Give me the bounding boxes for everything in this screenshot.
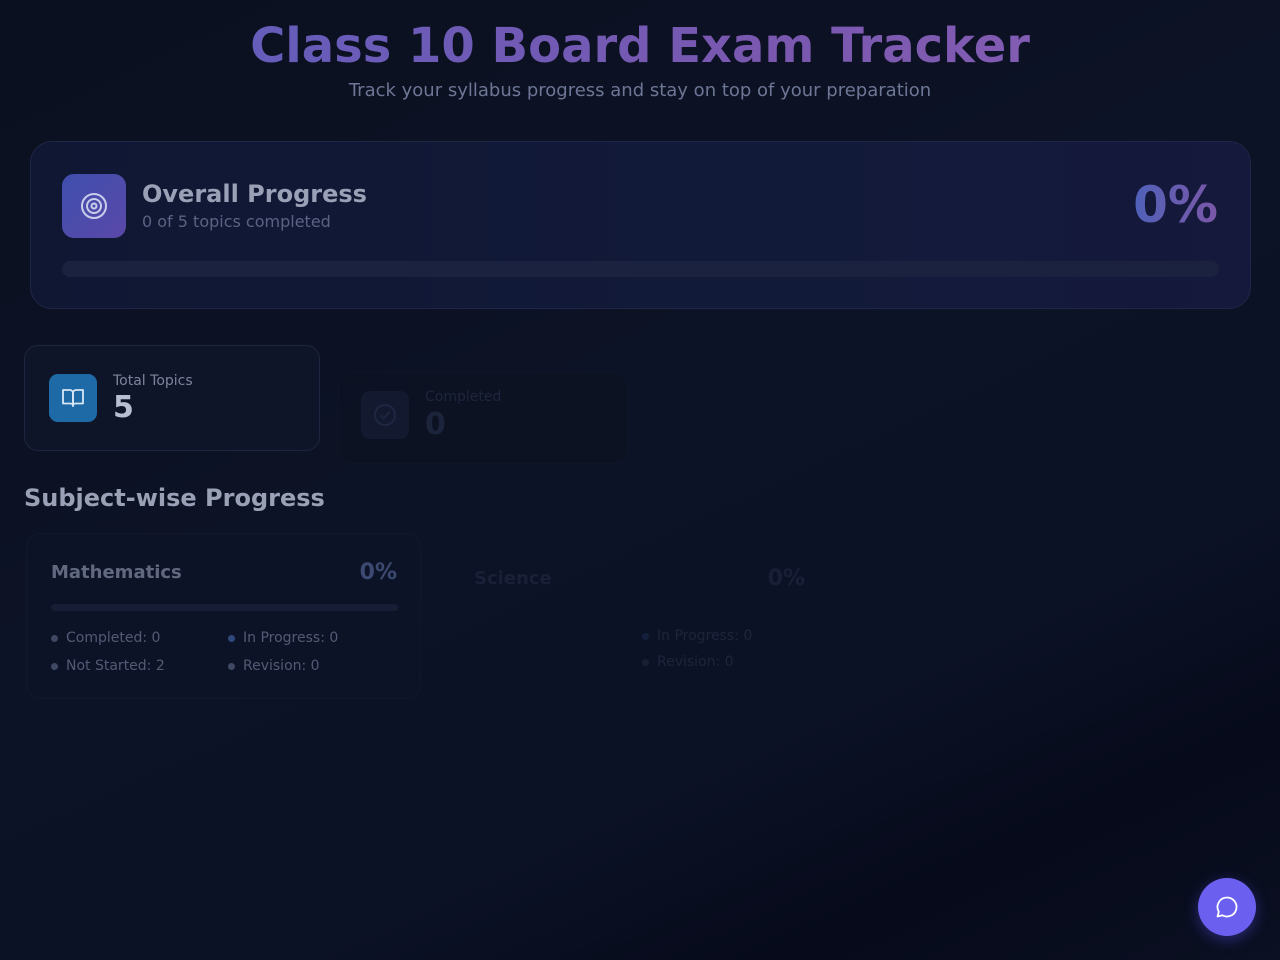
overall-progress-summary: 0 of 5 topics completed bbox=[142, 212, 331, 231]
stat-value: 0 bbox=[425, 407, 446, 442]
legend-item-revision: Revision: 0 bbox=[228, 658, 320, 674]
subject-name: Mathematics bbox=[51, 562, 182, 583]
legend-item-not-started: Not Started: 2 bbox=[51, 658, 165, 674]
book-icon bbox=[49, 374, 97, 422]
section-title-subject-progress: Subject-wise Progress bbox=[24, 484, 325, 512]
overall-progress-percent: 0% bbox=[1133, 176, 1218, 234]
chat-button[interactable] bbox=[1198, 878, 1256, 936]
legend-dot bbox=[642, 658, 649, 666]
legend-dot bbox=[228, 634, 235, 642]
stat-card-total-topics: Total Topics 5 bbox=[24, 345, 320, 451]
legend-dot bbox=[51, 662, 58, 670]
stat-label: Completed bbox=[425, 389, 502, 405]
page-subtitle: Track your syllabus progress and stay on… bbox=[348, 80, 932, 101]
legend-item-in-progress: In Progress: 0 bbox=[228, 630, 338, 646]
legend-item-in-progress: In Progress: 0 bbox=[642, 628, 752, 644]
chat-bubble-icon bbox=[1216, 896, 1238, 918]
legend-item-completed: Completed: 0 bbox=[51, 630, 160, 646]
legend-dot bbox=[51, 634, 58, 642]
overall-progress-bar bbox=[62, 261, 1219, 277]
legend-label: Not Started: 2 bbox=[66, 658, 165, 674]
subject-percent: 0% bbox=[767, 566, 805, 591]
legend-dot bbox=[642, 632, 649, 640]
stat-card-completed: Completed 0 bbox=[338, 372, 628, 464]
target-icon bbox=[62, 174, 126, 238]
legend-label: In Progress: 0 bbox=[243, 630, 339, 646]
legend-dot bbox=[228, 662, 235, 670]
overall-progress-card: Overall Progress 0 of 5 topics completed… bbox=[30, 141, 1251, 309]
page-header: Class 10 Board Exam Tracker Track your s… bbox=[0, 16, 1280, 101]
stat-value: 5 bbox=[113, 390, 134, 425]
page-title: Class 10 Board Exam Tracker bbox=[0, 16, 1280, 76]
legend-label: Revision: 0 bbox=[243, 658, 320, 674]
subject-card-mathematics[interactable]: Mathematics 0% Completed: 0 In Progress:… bbox=[26, 533, 421, 699]
subject-card-science[interactable]: Science 0% In Progress: 0 Revision: 0 bbox=[450, 540, 845, 700]
legend-label: Revision: 0 bbox=[657, 654, 734, 670]
stat-label: Total Topics bbox=[113, 373, 193, 389]
check-circle-icon bbox=[361, 391, 409, 439]
subject-percent: 0% bbox=[359, 560, 397, 585]
overall-progress-title: Overall Progress bbox=[142, 180, 367, 208]
legend-label: Completed: 0 bbox=[66, 630, 161, 646]
legend-item-revision: Revision: 0 bbox=[642, 654, 734, 670]
subject-progress-bar bbox=[51, 604, 398, 611]
subject-name: Science bbox=[474, 568, 552, 589]
legend-label: In Progress: 0 bbox=[657, 628, 753, 644]
